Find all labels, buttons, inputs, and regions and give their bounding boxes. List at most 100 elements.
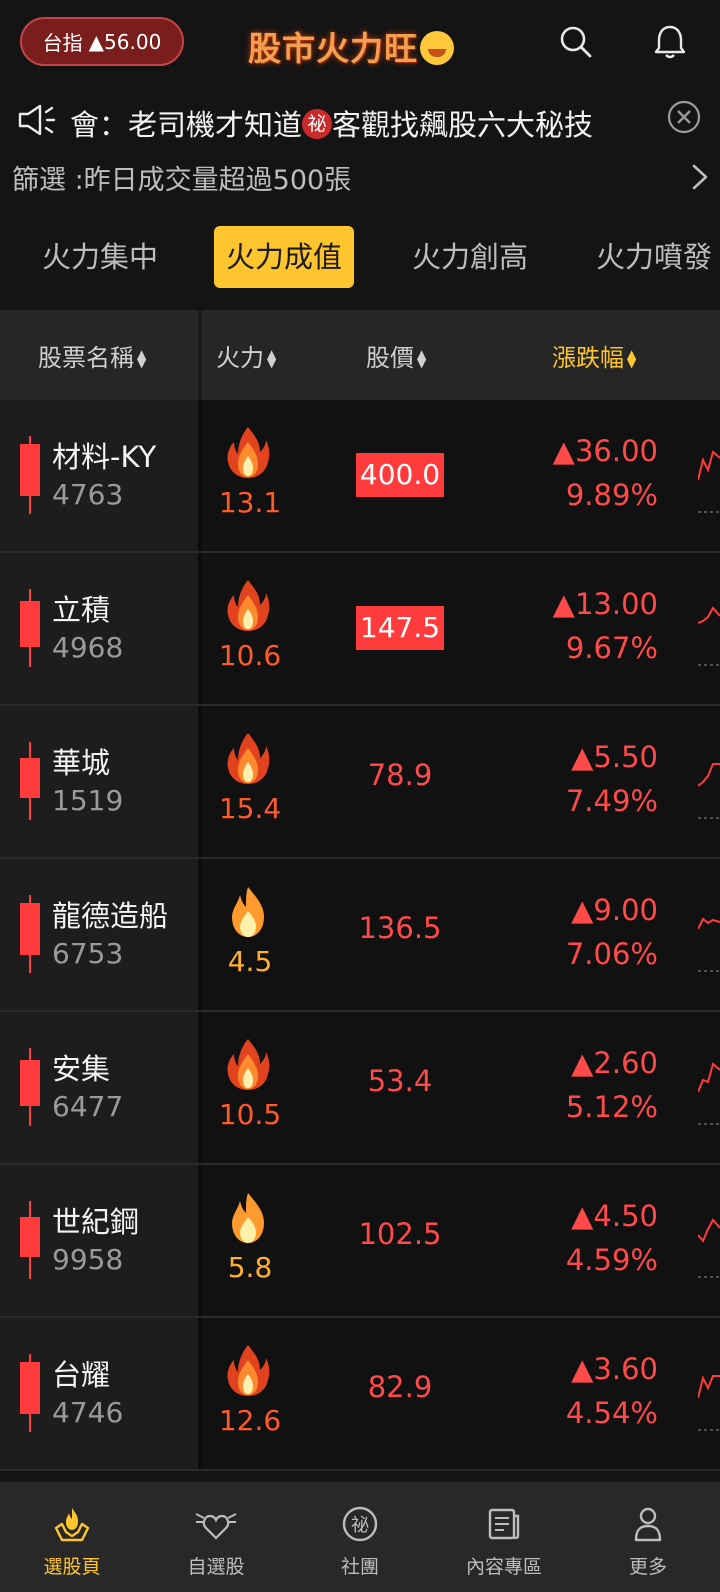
stock-code: 4968 [52, 631, 124, 664]
stock-price: 147.5 [356, 606, 444, 650]
hand-flame-icon [54, 1508, 90, 1542]
index-label: 台指 [42, 31, 83, 55]
stock-name-cell: 華城 1519 [0, 706, 198, 857]
header-fire-label: 火力 [216, 344, 264, 372]
fire-value: 13.1 [218, 486, 282, 519]
mini-chart [698, 763, 720, 819]
announcement-bar[interactable]: 會：老司機才知道祕客觀找飆股六大秘技 [0, 94, 720, 146]
header-price[interactable]: 股價 ▲ ▼ [366, 338, 426, 373]
header-name[interactable]: 股票名稱 ▲ ▼ [38, 338, 146, 373]
fire-value: 10.6 [218, 639, 282, 672]
stock-name-cell: 台耀 4746 [0, 1318, 198, 1469]
header-change[interactable]: 漲跌幅 ▲ ▼ [552, 338, 636, 373]
announcement-text-after: 客觀找飆股六大秘技 [332, 108, 594, 142]
column-shadow [198, 400, 206, 551]
flame-icon [227, 1039, 270, 1090]
tab-fire-new-high[interactable]: 火力創高 [400, 226, 540, 288]
column-shadow [198, 859, 206, 1010]
price-change: ▲2.60 [571, 1046, 658, 1080]
percent-change: 4.54% [565, 1396, 658, 1430]
stock-name: 安集 [52, 1052, 111, 1086]
svg-text:祕: 祕 [351, 1515, 369, 1536]
stock-code: 9958 [52, 1243, 124, 1276]
search-icon[interactable] [556, 22, 596, 62]
stock-name-cell: 安集 6477 [0, 1012, 198, 1163]
stock-code: 1519 [52, 784, 124, 817]
table-row[interactable]: 龍德造船 6753 4.5 136.5 ▲9.00 7.06% [0, 859, 720, 1012]
nav-label: 社團 [340, 1556, 379, 1578]
nav-item-4[interactable]: 更多 [576, 1482, 720, 1592]
stock-code: 4763 [52, 478, 124, 511]
table-row[interactable]: 台耀 4746 12.6 82.9 ▲3.60 4.54% [0, 1318, 720, 1471]
stock-price: 53.4 [367, 1064, 433, 1098]
table-row[interactable]: 材料-KY 4763 13.1 400.0 ▲36.00 9.89% [0, 400, 720, 553]
person-icon [634, 1507, 662, 1542]
stock-name: 台耀 [52, 1358, 111, 1392]
filter-row[interactable]: 篩選 :昨日成交量超過500張 [0, 152, 720, 204]
fire-value: 4.5 [227, 945, 273, 978]
fire-value: 12.6 [218, 1404, 282, 1437]
fire-value: 5.8 [227, 1251, 273, 1284]
nav-item-0[interactable]: 選股頁 [0, 1482, 144, 1592]
header-fire[interactable]: 火力 ▲ ▼ [216, 338, 276, 373]
tab-fire-burst[interactable]: 火力噴發 [584, 226, 720, 288]
speaker-icon [18, 104, 56, 136]
table-row[interactable]: 立積 4968 10.6 147.5 ▲13.00 9.67% [0, 553, 720, 706]
price-change: ▲5.50 [571, 740, 658, 774]
candlestick-icon [20, 895, 40, 973]
percent-change: 9.67% [565, 631, 658, 665]
candlestick-icon [20, 742, 40, 820]
announcement-text-before: 會：老司機才知道 [70, 108, 303, 142]
nav-item-3[interactable]: 內容專區 [432, 1482, 576, 1592]
sort-icon: ▲ ▼ [267, 347, 277, 370]
stock-name: 龍德造船 [52, 899, 169, 933]
nav-label: 自選股 [187, 1556, 245, 1578]
bell-icon[interactable] [650, 22, 690, 62]
mini-chart [698, 1062, 720, 1125]
price-change: ▲4.50 [571, 1199, 658, 1233]
mini-chart [698, 450, 720, 513]
stock-code: 6753 [52, 937, 124, 970]
mini-chart [698, 917, 720, 972]
stock-name: 華城 [52, 746, 111, 780]
mini-chart [698, 606, 720, 666]
sort-icon: ▲ ▼ [417, 347, 427, 370]
column-shadow [198, 1165, 206, 1316]
index-change: ▲56.00 [88, 29, 162, 54]
column-separator [198, 310, 202, 400]
header-price-label: 股價 [366, 344, 414, 372]
stock-name-cell: 材料-KY 4763 [0, 400, 198, 551]
candlestick-icon [20, 436, 40, 514]
table-row[interactable]: 安集 6477 10.5 53.4 ▲2.60 5.12% [0, 1012, 720, 1165]
stock-name-cell: 世紀鋼 9958 [0, 1165, 198, 1316]
stock-price: 102.5 [358, 1217, 442, 1251]
column-shadow [198, 706, 206, 857]
price-change: ▲13.00 [552, 587, 658, 621]
table-row[interactable]: 世紀鋼 9958 5.8 102.5 ▲4.50 4.59% [0, 1165, 720, 1318]
flame-icon [227, 1345, 270, 1396]
stock-name-cell: 立積 4968 [0, 553, 198, 704]
percent-change: 7.06% [565, 937, 658, 971]
candlestick-icon [20, 1048, 40, 1126]
close-icon[interactable] [666, 99, 702, 135]
price-change: ▲36.00 [552, 434, 658, 468]
tab-fire-concentration[interactable]: 火力集中 [30, 226, 170, 288]
percent-change: 4.59% [565, 1243, 658, 1277]
stock-price: 82.9 [367, 1370, 433, 1404]
nav-item-2[interactable]: 祕 社團 [288, 1482, 432, 1592]
filter-text: 篩選 :昨日成交量超過500張 [12, 165, 352, 196]
price-change: ▲3.60 [571, 1352, 658, 1386]
index-pill[interactable]: 台指 ▲56.00 [20, 17, 184, 66]
bottom-nav: 選股頁 自選股 祕 社團 內容專區 更多 [0, 1482, 720, 1592]
flame-icon [227, 580, 270, 631]
nav-item-1[interactable]: 自選股 [144, 1482, 288, 1592]
stock-name: 世紀鋼 [52, 1205, 140, 1239]
header-change-label: 漲跌幅 [552, 344, 624, 372]
tab-fire-value[interactable]: 火力成值 [214, 226, 355, 288]
nav-label: 選股頁 [43, 1556, 101, 1578]
table-row[interactable]: 華城 1519 15.4 78.9 ▲5.50 7.49% [0, 706, 720, 859]
candlestick-icon [20, 589, 40, 667]
table-header: 股票名稱 ▲ ▼ 火力 ▲ ▼ 股價 ▲ ▼ 漲跌幅 ▲ ▼ [0, 310, 720, 400]
nav-label: 更多 [628, 1556, 667, 1578]
winged-heart-icon [195, 1513, 237, 1540]
